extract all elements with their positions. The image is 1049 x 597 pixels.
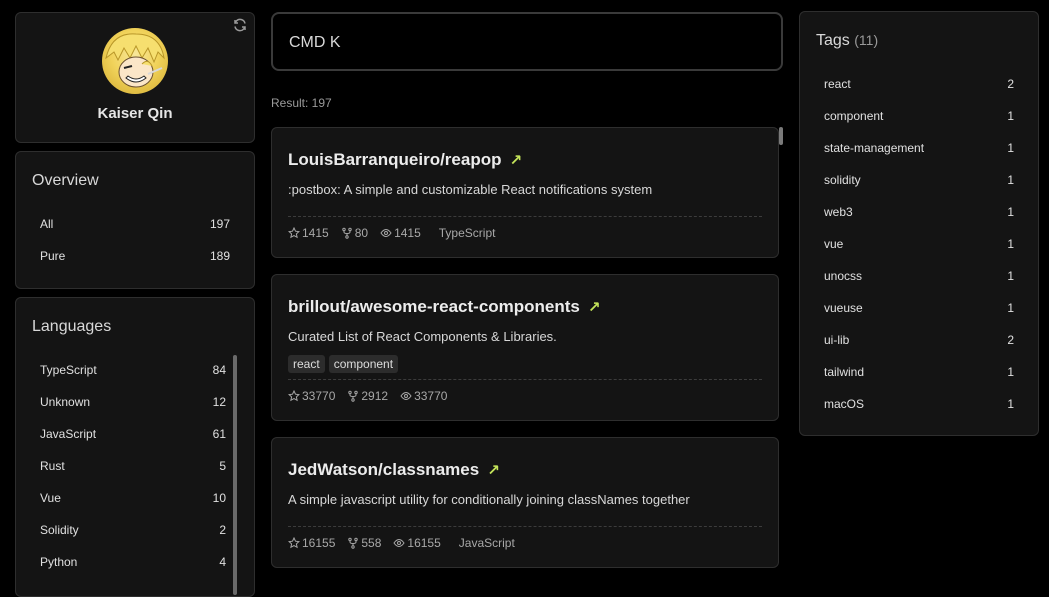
username: Kaiser Qin: [97, 105, 173, 122]
external-link-arrow-icon[interactable]: ↗: [487, 461, 500, 479]
repo-card: JedWatson/classnames ↗ A simple javascri…: [271, 437, 779, 568]
repo-language: JavaScript: [458, 536, 515, 550]
overview-item-pure[interactable]: Pure 189: [40, 246, 230, 266]
repo-forks: 80: [341, 226, 368, 240]
language-count: 2: [219, 523, 226, 537]
fork-icon: [348, 390, 359, 402]
language-label: Solidity: [40, 523, 79, 537]
tags-panel: Tags (11) react 2 component 1 state-manage…: [799, 11, 1039, 436]
search-box[interactable]: [271, 12, 783, 71]
tag-item-tailwind[interactable]: tailwind 1: [824, 362, 1014, 382]
star-icon: [288, 227, 300, 239]
overview-item-all[interactable]: All 197: [40, 214, 230, 234]
repo-card: brillout/awesome-react-components ↗ Cura…: [271, 274, 779, 421]
language-item-unknown[interactable]: Unknown 12: [40, 392, 226, 412]
repo-link[interactable]: brillout/awesome-react-components ↗: [288, 297, 600, 317]
overview-panel: Overview All 197 Pure 189: [15, 151, 255, 289]
tag-item-component[interactable]: component 1: [824, 106, 1014, 126]
language-item-vue[interactable]: Vue 10: [40, 488, 226, 508]
star-icon: [288, 390, 300, 402]
profile-card: Kaiser Qin: [15, 12, 255, 143]
star-icon: [288, 537, 300, 549]
repo-description: :postbox: A simple and customizable Reac…: [288, 182, 653, 197]
language-label: Rust: [40, 459, 65, 473]
repo-name: brillout/awesome-react-components: [288, 297, 580, 316]
tag-chip-component[interactable]: component: [328, 355, 399, 373]
divider: [288, 526, 762, 527]
language-label: TypeScript: [40, 363, 97, 377]
languages-panel: Languages TypeScript 84 Unknown 12 JavaS…: [15, 297, 255, 597]
external-link-arrow-icon[interactable]: ↗: [509, 151, 522, 169]
tag-item-unocss[interactable]: unocss 1: [824, 266, 1014, 286]
repo-description: A simple javascript utility for conditio…: [288, 492, 690, 507]
repo-link[interactable]: JedWatson/classnames ↗: [288, 460, 500, 480]
languages-title: Languages: [32, 318, 112, 335]
overview-item-label: All: [40, 217, 54, 231]
tags-count: (11): [854, 32, 879, 48]
language-count: 10: [212, 491, 226, 505]
repo-description: Curated List of React Components & Libra…: [288, 329, 557, 344]
overview-item-label: Pure: [40, 249, 66, 263]
language-item-solidity[interactable]: Solidity 2: [40, 520, 226, 540]
language-count: 61: [212, 427, 226, 441]
repo-forks: 558: [347, 536, 381, 550]
language-label: JavaScript: [40, 427, 97, 441]
repo-name: LouisBarranqueiro/reapop: [288, 150, 502, 169]
fork-icon: [348, 537, 359, 549]
external-link-arrow-icon[interactable]: ↗: [588, 298, 601, 316]
divider: [288, 379, 762, 380]
tag-item-ui-lib[interactable]: ui-lib 2: [824, 330, 1014, 350]
tag-chip-react[interactable]: react: [288, 355, 325, 373]
search-input[interactable]: [289, 32, 759, 54]
repo-stats: 1415 80 1415 TypeScript: [288, 226, 495, 240]
repo-stats: 33770 2912 33770: [288, 389, 447, 403]
eye-icon: [380, 228, 392, 238]
language-item-typescript[interactable]: TypeScript 84: [40, 360, 226, 380]
eye-icon: [393, 538, 406, 548]
repo-watchers: 16155: [393, 536, 441, 550]
overview-item-count: 189: [209, 249, 230, 263]
repo-stats: 16155 558 16155 JavaScript: [288, 536, 515, 550]
tag-item-web3[interactable]: web3 1: [824, 202, 1014, 222]
tags-title: Tags (11): [816, 32, 879, 49]
language-count: 4: [219, 555, 226, 569]
repo-watchers: 1415: [380, 226, 421, 240]
tag-item-solidity[interactable]: solidity 1: [824, 170, 1014, 190]
repo-link[interactable]: LouisBarranqueiro/reapop ↗: [288, 150, 522, 170]
repo-language: TypeScript: [438, 226, 496, 240]
language-count: 12: [212, 395, 226, 409]
fork-icon: [342, 227, 352, 239]
divider: [288, 216, 762, 217]
repo-stars: 33770: [288, 389, 335, 403]
tag-item-vue[interactable]: vue 1: [824, 234, 1014, 254]
result-count: Result: 197: [271, 96, 332, 110]
tag-item-vueuse[interactable]: vueuse 1: [824, 298, 1014, 318]
repo-card: LouisBarranqueiro/reapop ↗ :postbox: A s…: [271, 127, 779, 258]
language-count: 5: [219, 459, 226, 473]
repo-name: JedWatson/classnames: [288, 460, 480, 479]
overview-title: Overview: [32, 172, 99, 189]
eye-icon: [400, 391, 412, 401]
language-item-rust[interactable]: Rust 5: [40, 456, 226, 476]
repo-stars: 16155: [288, 536, 335, 550]
repo-tags: react component: [288, 355, 402, 373]
languages-scrollbar[interactable]: [233, 355, 237, 595]
avatar[interactable]: [102, 28, 168, 94]
tag-item-state-management[interactable]: state-management 1: [824, 138, 1014, 158]
repo-forks: 2912: [347, 389, 388, 403]
language-label: Unknown: [40, 395, 91, 409]
refresh-icon[interactable]: [232, 17, 248, 33]
repo-watchers: 33770: [400, 389, 447, 403]
language-label: Python: [40, 555, 78, 569]
language-item-python[interactable]: Python 4: [40, 552, 226, 572]
repo-stars: 1415: [288, 226, 329, 240]
tag-item-react[interactable]: react 2: [824, 74, 1014, 94]
language-count: 84: [212, 363, 226, 377]
repos-scrollbar[interactable]: [779, 127, 783, 145]
language-label: Vue: [40, 491, 61, 505]
language-item-javascript[interactable]: JavaScript 61: [40, 424, 226, 444]
tag-item-macos[interactable]: macOS 1: [824, 394, 1014, 414]
overview-item-count: 197: [209, 217, 230, 231]
